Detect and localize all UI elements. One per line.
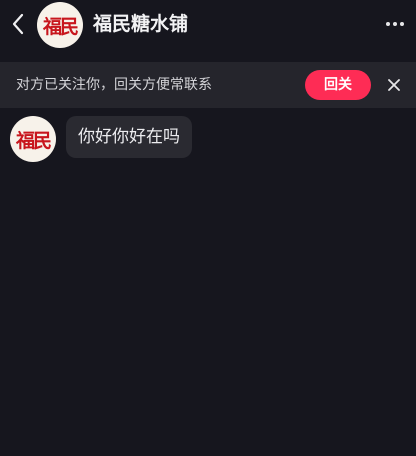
chat-title: 福民糖水铺 [93,13,189,35]
follow-back-button[interactable]: 回关 [305,70,371,100]
chat-screen: 福民 福民糖水铺 对方已关注你，回关方便常联系 回关 福民 你好你好在吗 [0,0,416,456]
follow-banner-text: 对方已关注你，回关方便常联系 [16,77,212,93]
follow-back-banner: 对方已关注你，回关方便常联系 回关 [0,62,416,108]
avatar-logo: 福民 [42,15,79,38]
back-button[interactable] [6,10,30,38]
more-options-button[interactable] [382,12,408,36]
avatar-logo: 福民 [15,129,52,152]
chat-header: 福民 福民糖水铺 [0,0,416,52]
message-bubble[interactable]: 你好你好在吗 [66,116,192,158]
chevron-left-icon [12,13,24,35]
sender-avatar[interactable]: 福民 [10,116,56,162]
close-banner-button[interactable] [384,75,404,95]
ellipsis-horizontal-icon [386,22,404,26]
message-row: 福民 你好你好在吗 [10,116,410,162]
header-avatar[interactable]: 福民 [37,2,83,48]
close-icon [388,79,400,91]
